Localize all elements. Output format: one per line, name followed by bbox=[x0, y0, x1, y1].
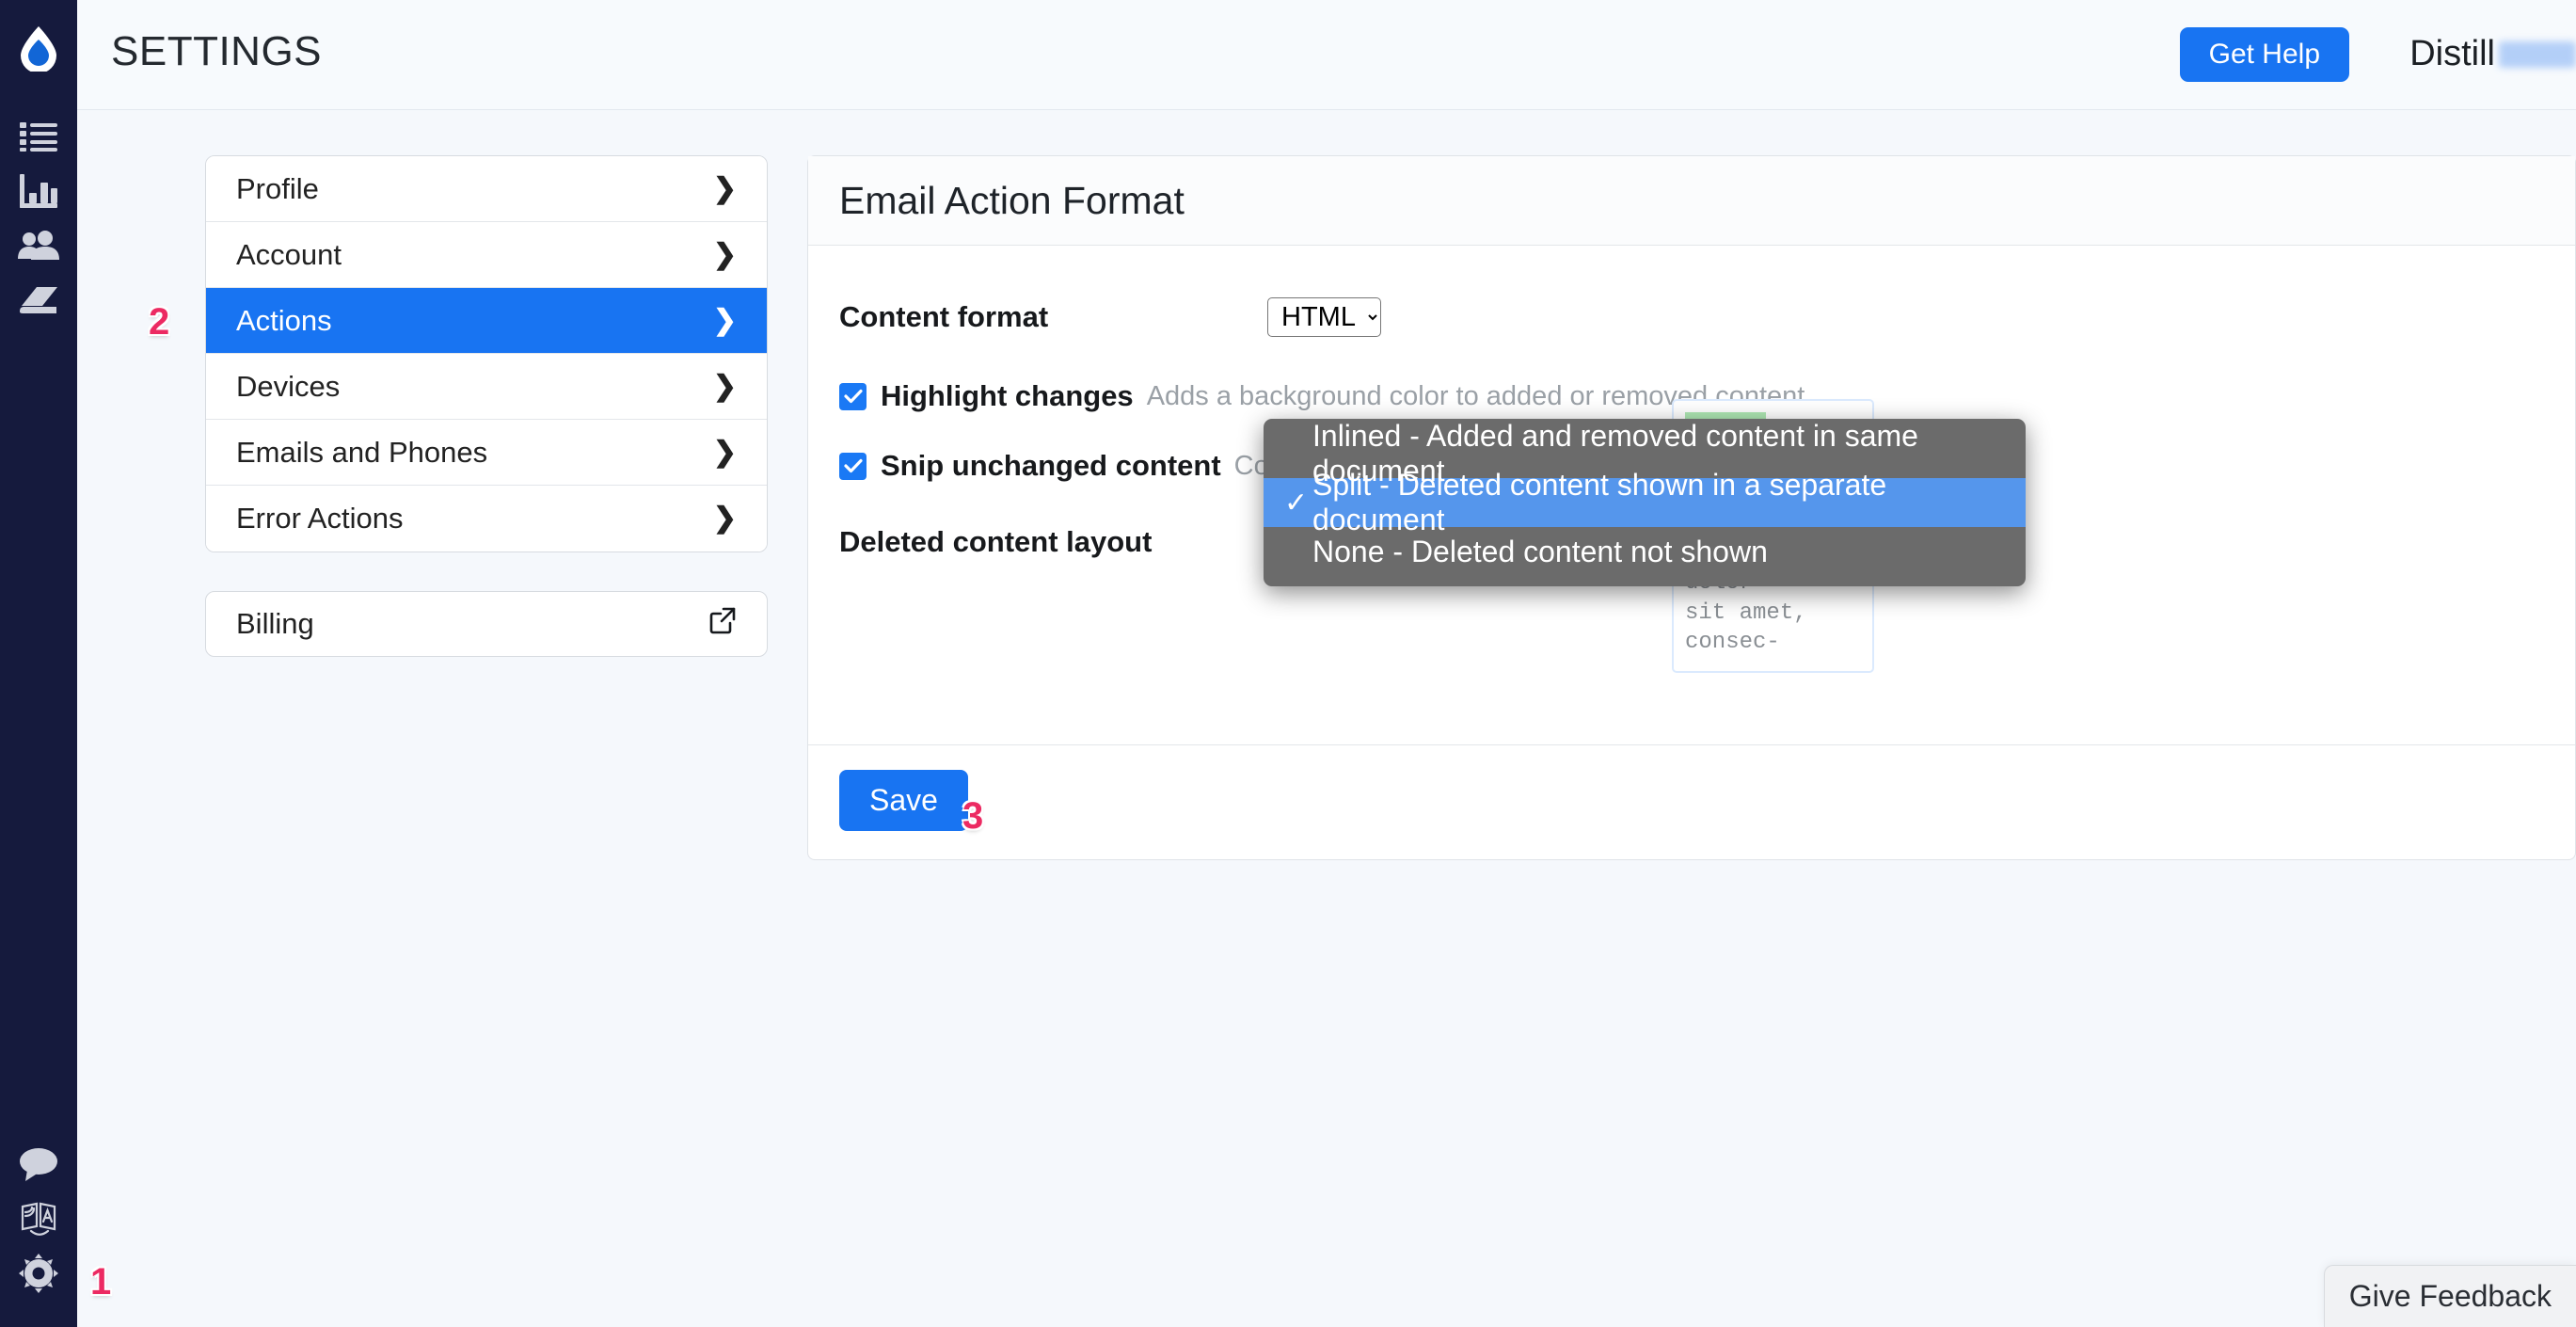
chevron-right-icon: ❯ bbox=[712, 238, 737, 270]
brand-name: Distill bbox=[2409, 34, 2495, 73]
sidebar-item-emails-and-phones[interactable]: Emails and Phones ❯ bbox=[206, 420, 767, 486]
panel-header: Email Action Format bbox=[808, 156, 2575, 246]
sidebar-item-watchlist[interactable] bbox=[11, 109, 66, 164]
step-marker-2: 2 bbox=[149, 301, 170, 343]
nav-label: Account bbox=[236, 237, 342, 271]
rail-bottom-group bbox=[0, 1137, 77, 1301]
sidebar-item-library[interactable] bbox=[11, 273, 66, 328]
nav-label: Profile bbox=[236, 171, 319, 205]
water-droplet-icon[interactable] bbox=[11, 21, 66, 75]
nav-label: Emails and Phones bbox=[236, 435, 488, 469]
content-format-label: Content format bbox=[839, 300, 1049, 333]
dropdown-option-split[interactable]: ✓ Split - Deleted content shown in a sep… bbox=[1264, 468, 2026, 536]
gear-icon[interactable] bbox=[11, 1246, 66, 1301]
content-format-select[interactable]: HTML Text bbox=[1267, 297, 1381, 337]
translate-icon[interactable] bbox=[11, 1191, 66, 1246]
top-bar: SETTINGS Get Help Distill bbox=[77, 0, 2576, 110]
sidebar-item-devices[interactable]: Devices ❯ bbox=[206, 354, 767, 420]
check-icon: ✓ bbox=[1284, 487, 1309, 519]
chevron-right-icon: ❯ bbox=[712, 304, 737, 336]
avatar[interactable] bbox=[2499, 41, 2576, 68]
sidebar-item-team[interactable] bbox=[11, 218, 66, 273]
sidebar-item-profile[interactable]: Profile ❯ bbox=[206, 156, 767, 222]
content-format-row: Content format HTML Text bbox=[839, 291, 2544, 344]
nav-label: Devices bbox=[236, 369, 341, 403]
chevron-right-icon: ❯ bbox=[712, 172, 737, 204]
rail-top-group bbox=[11, 0, 66, 328]
sidebar-item-account[interactable]: Account ❯ bbox=[206, 222, 767, 288]
external-link-icon bbox=[708, 606, 737, 642]
dropdown-option-label: None - Deleted content not shown bbox=[1312, 534, 1768, 568]
nav-label: Error Actions bbox=[236, 502, 404, 535]
step-marker-1: 1 bbox=[90, 1261, 112, 1303]
panel-footer: Save bbox=[808, 744, 2575, 859]
highlight-changes-label: Highlight changes bbox=[881, 379, 1134, 412]
chevron-right-icon: ❯ bbox=[712, 370, 737, 402]
page-title: SETTINGS bbox=[111, 28, 323, 74]
save-button[interactable]: Save bbox=[839, 770, 968, 831]
highlight-changes-checkbox[interactable] bbox=[839, 382, 867, 410]
chevron-right-icon: ❯ bbox=[712, 503, 737, 534]
dropdown-option-label: Split - Deleted content shown in a separ… bbox=[1312, 468, 1887, 536]
chat-bubble-icon[interactable] bbox=[11, 1137, 66, 1191]
sidebar-item-actions[interactable]: Actions ❯ bbox=[206, 288, 767, 354]
settings-nav-card: Profile ❯ Account ❯ Actions ❯ Devices ❯ … bbox=[205, 155, 768, 552]
snip-unchanged-label: Snip unchanged content bbox=[881, 449, 1221, 482]
get-help-button[interactable]: Get Help bbox=[2179, 27, 2349, 82]
nav-label: Actions bbox=[236, 303, 332, 337]
preview-deleted-tail: sit amet, consec- bbox=[1685, 600, 1807, 656]
give-feedback-button[interactable]: Give Feedback bbox=[2323, 1265, 2576, 1327]
left-rail bbox=[0, 0, 77, 1327]
step-marker-3: 3 bbox=[962, 795, 984, 837]
billing-label: Billing bbox=[236, 607, 314, 640]
sidebar-item-billing[interactable]: Billing bbox=[205, 591, 768, 657]
chevron-right-icon: ❯ bbox=[712, 436, 737, 468]
sidebar-item-analytics[interactable] bbox=[11, 164, 66, 218]
snip-unchanged-checkbox[interactable] bbox=[839, 452, 867, 480]
sidebar-item-error-actions[interactable]: Error Actions ❯ bbox=[206, 486, 767, 552]
deleted-content-layout-dropdown[interactable]: Inlined - Added and removed content in s… bbox=[1264, 419, 2026, 586]
panel-title: Email Action Format bbox=[839, 178, 1185, 222]
